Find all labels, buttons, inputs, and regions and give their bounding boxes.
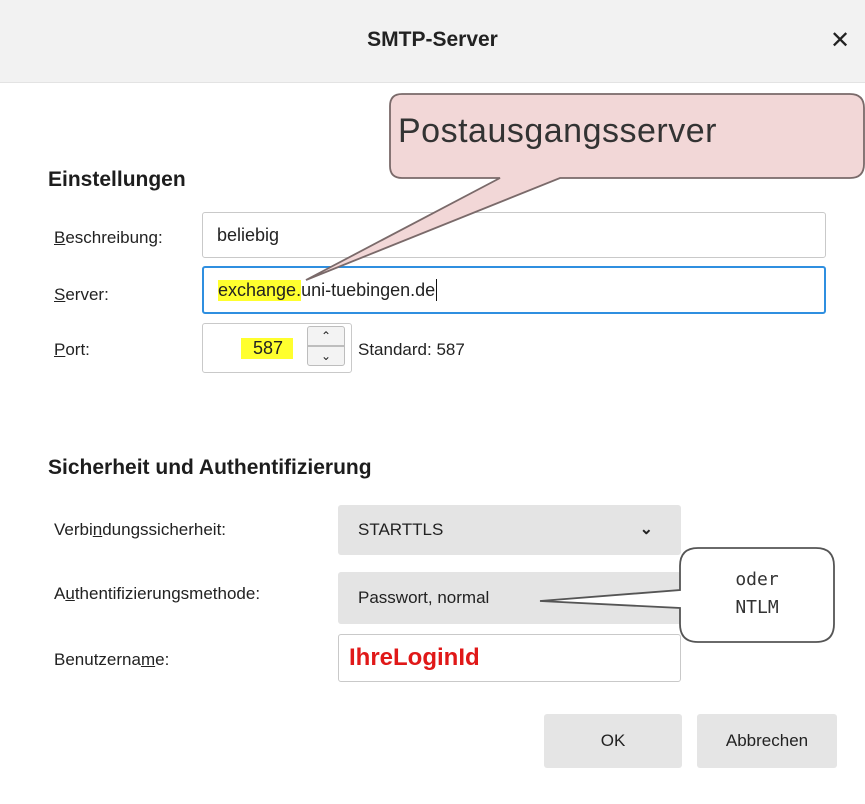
connection-security-value: STARTTLS xyxy=(358,520,444,539)
username-input[interactable]: IhreLoginId xyxy=(338,634,681,682)
auth-method-label: Authentifizierungsmethode: xyxy=(54,584,261,603)
security-heading: Sicherheit und Authentifizierung xyxy=(48,456,372,479)
username-label: Benutzername: xyxy=(54,650,170,669)
spin-down-icon[interactable]: ⌄ xyxy=(307,346,345,366)
settings-heading: Einstellungen xyxy=(48,168,186,191)
server-label: Server: xyxy=(54,285,109,304)
auth-callout-text: oder NTLM xyxy=(735,569,779,618)
connection-security-select[interactable]: STARTTLS ⌄ xyxy=(338,505,681,555)
description-input[interactable]: beliebig xyxy=(202,212,826,258)
connection-security-label: Verbindungssicherheit: xyxy=(54,520,227,539)
ok-button[interactable]: OK xyxy=(544,714,682,768)
auth-method-select[interactable]: Passwort, normal xyxy=(338,572,681,624)
server-value-highlight: exchange. xyxy=(218,279,302,301)
port-spinner[interactable]: ⌃ ⌄ xyxy=(305,326,349,370)
port-label: Port: xyxy=(54,340,90,359)
server-callout-text: Postausgangsserver xyxy=(398,112,717,150)
description-label: Beschreibung: xyxy=(54,228,163,247)
auth-method-value: Passwort, normal xyxy=(358,588,490,607)
text-caret xyxy=(436,279,438,301)
server-input[interactable]: exchange. uni-tuebingen.de xyxy=(202,266,826,314)
port-value: 587 xyxy=(241,337,294,359)
server-value: uni-tuebingen.de xyxy=(301,279,436,300)
description-value: beliebig xyxy=(217,224,280,245)
username-value: IhreLoginId xyxy=(349,644,480,671)
chevron-down-icon: ⌄ xyxy=(639,521,653,538)
close-icon[interactable]: ✕ xyxy=(825,26,855,56)
dialog-title: SMTP-Server xyxy=(367,28,498,51)
port-standard-text: Standard: 587 xyxy=(358,340,465,359)
spin-up-icon[interactable]: ⌃ xyxy=(307,326,345,346)
cancel-button[interactable]: Abbrechen xyxy=(697,714,837,768)
dialog-titlebar: SMTP-Server ✕ xyxy=(0,0,865,83)
